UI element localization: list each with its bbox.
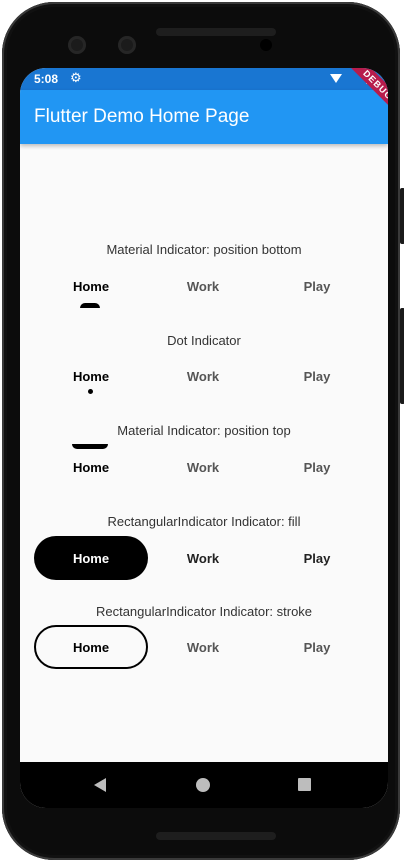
material-indicator-bottom bbox=[80, 303, 100, 308]
tabbar-material-bottom: Home Work Play bbox=[20, 268, 388, 304]
page-title: Flutter Demo Home Page bbox=[34, 106, 250, 127]
tab-work[interactable]: Work bbox=[146, 629, 260, 665]
tab-work[interactable]: Work bbox=[146, 358, 260, 394]
proximity-sensor bbox=[260, 39, 272, 51]
tab-work[interactable]: Work bbox=[146, 540, 260, 576]
screen: 5:08 ⚙ Flutter Demo Home Page DEBUG Mate… bbox=[20, 68, 388, 808]
tabbar-material-top: Home Work Play bbox=[20, 449, 388, 485]
tab-play[interactable]: Play bbox=[260, 358, 374, 394]
navigation-bar bbox=[20, 762, 388, 808]
tabbar-rect-fill: Home Work Play bbox=[20, 540, 388, 576]
tabbar-rect-stroke: Home Work Play bbox=[20, 629, 388, 665]
home-icon[interactable] bbox=[196, 778, 210, 792]
tab-work[interactable]: Work bbox=[146, 449, 260, 485]
front-sensor bbox=[118, 36, 136, 54]
status-time: 5:08 bbox=[34, 72, 59, 86]
wifi-icon bbox=[330, 74, 342, 83]
volume-button bbox=[400, 308, 404, 404]
tab-home[interactable]: Home bbox=[34, 449, 148, 485]
top-speaker bbox=[156, 28, 276, 36]
bottom-speaker bbox=[156, 832, 276, 840]
tab-work[interactable]: Work bbox=[146, 268, 260, 304]
tab-play[interactable]: Play bbox=[260, 449, 374, 485]
back-icon[interactable] bbox=[94, 778, 106, 792]
tab-play[interactable]: Play bbox=[260, 540, 374, 576]
tab-play[interactable]: Play bbox=[260, 629, 374, 665]
settings-icon: ⚙ bbox=[70, 70, 82, 85]
tab-home[interactable]: Home bbox=[34, 540, 148, 576]
dot-indicator bbox=[88, 389, 93, 394]
phone-frame: 5:08 ⚙ Flutter Demo Home Page DEBUG Mate… bbox=[2, 2, 404, 860]
tabbar-dot: Home Work Play bbox=[20, 358, 388, 394]
recents-icon[interactable] bbox=[298, 778, 311, 791]
section-label-rect-fill: RectangularIndicator Indicator: fill bbox=[107, 514, 301, 529]
section-label-material-bottom: Material Indicator: position bottom bbox=[106, 242, 302, 257]
tab-home[interactable]: Home bbox=[34, 629, 148, 665]
power-button bbox=[400, 188, 404, 244]
app-bar: Flutter Demo Home Page bbox=[20, 90, 388, 144]
section-label-dot: Dot Indicator bbox=[167, 333, 241, 348]
tab-home[interactable]: Home bbox=[34, 268, 148, 304]
section-label-material-top: Material Indicator: position top bbox=[117, 423, 291, 438]
section-label-rect-stroke: RectangularIndicator Indicator: stroke bbox=[95, 604, 313, 619]
status-bar: 5:08 ⚙ bbox=[20, 68, 388, 90]
tab-play[interactable]: Play bbox=[260, 268, 374, 304]
front-camera bbox=[68, 36, 86, 54]
